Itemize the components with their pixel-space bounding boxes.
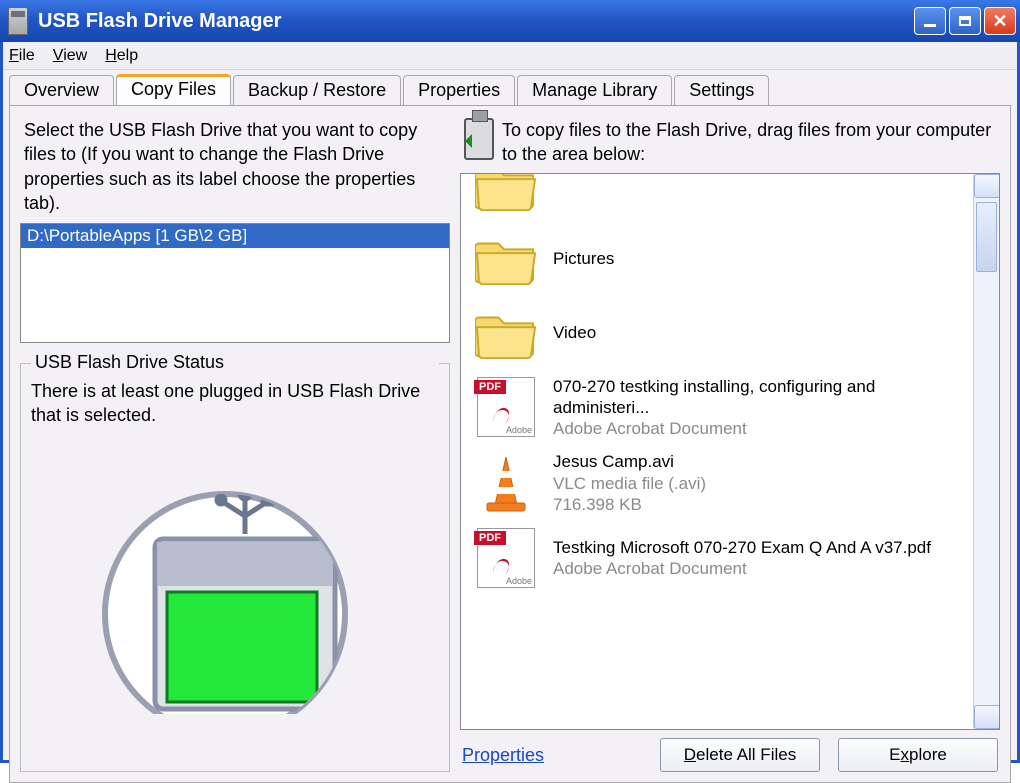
explore-button[interactable]: Explore <box>838 738 998 772</box>
vlc-cone-icon <box>471 452 541 514</box>
tab-panel-copy-files: Select the USB Flash Drive that you want… <box>9 105 1011 783</box>
scroll-down-button[interactable]: ▼ <box>974 705 1000 729</box>
folder-icon <box>471 302 541 364</box>
minimize-button[interactable] <box>914 7 946 35</box>
file-name: Jesus Camp.avi <box>553 451 706 472</box>
drive-select-instructions: Select the USB Flash Drive that you want… <box>24 118 446 215</box>
usb-drive-icon <box>464 118 494 160</box>
scroll-thumb[interactable] <box>976 202 997 272</box>
file-size: 716.398 KB <box>553 494 706 515</box>
tab-backup-restore[interactable]: Backup / Restore <box>233 75 401 106</box>
file-item[interactable] <box>467 174 965 222</box>
file-type: Adobe Acrobat Document <box>553 558 931 579</box>
client-area: File View Help Overview Copy Files Backu… <box>0 42 1020 763</box>
tab-strip: Overview Copy Files Backup / Restore Pro… <box>3 70 1017 105</box>
app-icon <box>8 7 28 35</box>
drive-listbox[interactable]: D:\PortableApps [1 GB\2 GB] <box>20 223 450 343</box>
tab-overview[interactable]: Overview <box>9 75 114 106</box>
folder-icon <box>471 228 541 290</box>
file-item[interactable]: PDF Adobe 070-270 testking installing, c… <box>467 370 965 446</box>
file-name: Pictures <box>553 248 614 269</box>
properties-link[interactable]: Properties <box>462 745 544 766</box>
menu-view[interactable]: View <box>53 47 87 65</box>
menubar: File View Help <box>3 42 1017 70</box>
file-item[interactable]: Jesus Camp.avi VLC media file (.avi) 716… <box>467 445 965 521</box>
file-item[interactable]: PDF Adobe Testking Microsoft 070-270 Exa… <box>467 521 965 595</box>
file-name: 070-270 testking installing, configuring… <box>553 376 961 419</box>
scroll-up-button[interactable]: ▲ <box>974 174 1000 198</box>
file-name: Video <box>553 322 596 343</box>
file-name: Testking Microsoft 070-270 Exam Q And A … <box>553 537 931 558</box>
status-group-title: USB Flash Drive Status <box>31 352 439 373</box>
delete-all-files-button[interactable]: Delete All Files <box>660 738 820 772</box>
file-type: Adobe Acrobat Document <box>553 418 961 439</box>
tab-copy-files[interactable]: Copy Files <box>116 74 231 105</box>
scroll-track[interactable] <box>974 198 999 705</box>
menu-help[interactable]: Help <box>105 47 138 65</box>
status-text: There is at least one plugged in USB Fla… <box>31 379 439 428</box>
folder-icon <box>471 174 541 216</box>
action-row: Properties Delete All Files Explore <box>460 730 1000 772</box>
pdf-icon: PDF Adobe <box>471 376 541 438</box>
file-item[interactable]: Video <box>467 296 965 370</box>
vertical-scrollbar[interactable]: ▲ ▼ <box>973 174 999 729</box>
right-column: To copy files to the Flash Drive, drag f… <box>460 116 1000 772</box>
close-button[interactable]: ✕ <box>984 7 1016 35</box>
left-column: Select the USB Flash Drive that you want… <box>20 116 450 772</box>
tab-properties[interactable]: Properties <box>403 75 515 106</box>
status-illustration <box>31 438 439 761</box>
file-type: VLC media file (.avi) <box>553 473 706 494</box>
copy-hint-text: To copy files to the Flash Drive, drag f… <box>502 118 996 167</box>
file-item[interactable]: Pictures <box>467 222 965 296</box>
file-list: Pictures Video PDF Adobe <box>461 174 971 729</box>
tab-manage-library[interactable]: Manage Library <box>517 75 672 106</box>
file-drop-pane[interactable]: Pictures Video PDF Adobe <box>460 173 1000 730</box>
drive-list-item[interactable]: D:\PortableApps [1 GB\2 GB] <box>21 224 449 248</box>
pdf-icon: PDF Adobe <box>471 527 541 589</box>
window-title: USB Flash Drive Manager <box>38 10 914 33</box>
maximize-button[interactable] <box>949 7 981 35</box>
copy-hint-row: To copy files to the Flash Drive, drag f… <box>464 118 996 167</box>
menu-file[interactable]: File <box>9 47 35 65</box>
status-groupbox: USB Flash Drive Status There is at least… <box>20 363 450 772</box>
titlebar: USB Flash Drive Manager ✕ <box>0 0 1020 42</box>
tab-settings[interactable]: Settings <box>674 75 769 106</box>
